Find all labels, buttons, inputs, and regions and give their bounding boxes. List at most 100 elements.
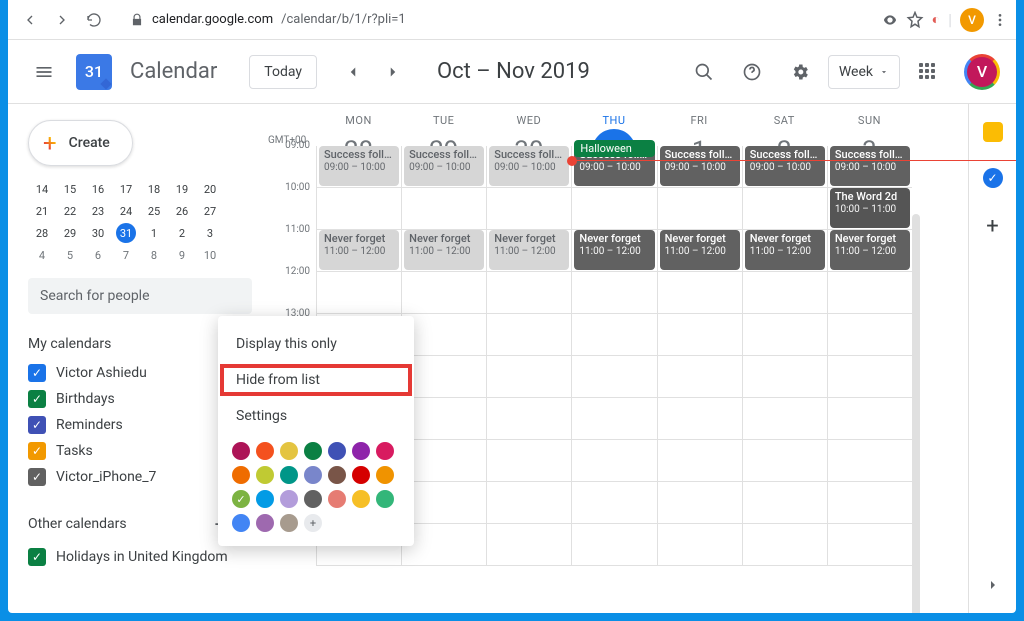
address-bar[interactable]: calendar.google.com/calendar/b/1/r?pli=1 — [120, 6, 870, 34]
event-block[interactable]: Never forget11:00 – 12:00 — [489, 230, 569, 270]
mini-cal-day[interactable]: 26 — [168, 200, 196, 222]
context-menu-item[interactable]: Hide from list — [218, 362, 414, 398]
color-swatch[interactable] — [280, 490, 298, 508]
color-swatch[interactable] — [256, 442, 274, 460]
mini-calendar[interactable]: 1415161718192021222324252627282930311234… — [28, 178, 252, 266]
extension-icon[interactable]: ◐ — [932, 11, 940, 28]
search-people-input[interactable]: Search for people — [28, 278, 252, 314]
mini-cal-day[interactable]: 25 — [140, 200, 168, 222]
event-block[interactable]: Never forget11:00 – 12:00 — [745, 230, 825, 270]
add-custom-color-button[interactable]: + — [304, 514, 322, 532]
day-column[interactable]: Success follow09:00 – 10:00 Never forget1… — [486, 146, 571, 566]
color-swatch[interactable] — [280, 514, 298, 532]
mini-cal-day[interactable]: 15 — [56, 178, 84, 200]
browser-profile-avatar[interactable]: V — [960, 8, 984, 32]
mini-cal-day[interactable]: 5 — [56, 244, 84, 266]
mini-cal-day[interactable]: 24 — [112, 200, 140, 222]
mini-cal-day[interactable]: 10 — [196, 244, 224, 266]
event-block[interactable]: Success follow09:00 – 10:00 — [489, 146, 569, 186]
event-block[interactable]: Never forget11:00 – 12:00 — [319, 230, 399, 270]
calendar-checkbox[interactable]: ✓ — [28, 468, 46, 486]
mini-cal-day[interactable]: 27 — [196, 200, 224, 222]
mini-cal-day[interactable]: 3 — [196, 222, 224, 244]
color-swatch[interactable] — [232, 466, 250, 484]
color-swatch[interactable] — [352, 490, 370, 508]
search-button[interactable] — [684, 52, 724, 92]
color-swatch[interactable] — [232, 442, 250, 460]
calendar-checkbox[interactable]: ✓ — [28, 390, 46, 408]
day-column[interactable]: Success follow09:00 – 10:00 Never forget1… — [742, 146, 827, 566]
mini-cal-day[interactable]: 9 — [168, 244, 196, 266]
event-block[interactable]: Never forget11:00 – 12:00 — [574, 230, 654, 270]
mini-cal-day[interactable]: 29 — [56, 222, 84, 244]
add-addon-button[interactable]: + — [986, 214, 998, 239]
allday-event[interactable]: Halloween — [574, 140, 654, 157]
event-block[interactable]: Success follow09:00 – 10:00 — [660, 146, 740, 186]
event-block[interactable]: Success follow09:00 – 10:00 — [745, 146, 825, 186]
star-icon[interactable] — [906, 11, 924, 29]
hide-side-panel-button[interactable] — [985, 577, 1001, 597]
scrollbar[interactable] — [912, 214, 920, 613]
mini-cal-day[interactable]: 7 — [112, 244, 140, 266]
event-block[interactable]: Success follow09:00 – 10:00 — [830, 146, 910, 186]
next-week-button[interactable] — [377, 56, 409, 88]
mini-cal-day[interactable]: 22 — [56, 200, 84, 222]
event-block[interactable]: Never forget11:00 – 12:00 — [404, 230, 484, 270]
color-swatch[interactable] — [256, 490, 274, 508]
mini-cal-day[interactable]: 30 — [84, 222, 112, 244]
color-swatch[interactable] — [376, 442, 394, 460]
color-swatch[interactable] — [376, 466, 394, 484]
mini-cal-day[interactable]: 23 — [84, 200, 112, 222]
browser-reload-button[interactable] — [80, 6, 108, 34]
day-column[interactable]: Success follow09:00 – 10:00 Never forget1… — [827, 146, 912, 566]
event-block[interactable]: Never forget11:00 – 12:00 — [660, 230, 740, 270]
calendar-checkbox[interactable]: ✓ — [28, 442, 46, 460]
color-swatch[interactable] — [328, 442, 346, 460]
context-menu-item[interactable]: Settings — [218, 398, 414, 434]
color-swatch[interactable] — [280, 466, 298, 484]
color-swatch[interactable]: ✓ — [232, 490, 250, 508]
settings-button[interactable] — [780, 52, 820, 92]
color-swatch[interactable] — [328, 466, 346, 484]
keep-icon[interactable] — [983, 122, 1003, 142]
color-swatch[interactable] — [256, 466, 274, 484]
color-swatch[interactable] — [256, 514, 274, 532]
color-swatch[interactable] — [280, 442, 298, 460]
browser-back-button[interactable] — [16, 6, 44, 34]
mini-cal-day[interactable]: 1 — [140, 222, 168, 244]
main-menu-button[interactable] — [24, 52, 64, 92]
event-block[interactable]: Never forget11:00 – 12:00 — [830, 230, 910, 270]
browser-menu-icon[interactable] — [992, 12, 1008, 28]
google-apps-button[interactable] — [908, 52, 948, 92]
context-menu-item[interactable]: Display this only — [218, 326, 414, 362]
mini-cal-day[interactable]: 14 — [28, 178, 56, 200]
color-swatch[interactable] — [232, 514, 250, 532]
calendar-item[interactable]: ✓Holidays in United Kingdom — [28, 544, 252, 570]
mini-cal-day[interactable]: 16 — [84, 178, 112, 200]
color-swatch[interactable] — [304, 466, 322, 484]
color-swatch[interactable] — [352, 442, 370, 460]
browser-forward-button[interactable] — [48, 6, 76, 34]
color-swatch[interactable] — [328, 490, 346, 508]
mini-cal-day[interactable]: 20 — [196, 178, 224, 200]
mini-cal-day[interactable]: 17 — [112, 178, 140, 200]
create-button[interactable]: + Create — [28, 120, 133, 166]
mini-cal-day[interactable]: 2 — [168, 222, 196, 244]
mini-cal-day[interactable]: 21 — [28, 200, 56, 222]
calendar-checkbox[interactable]: ✓ — [28, 364, 46, 382]
color-swatch[interactable] — [304, 442, 322, 460]
mini-cal-day[interactable]: 8 — [140, 244, 168, 266]
calendar-checkbox[interactable]: ✓ — [28, 416, 46, 434]
mini-cal-day[interactable]: 6 — [84, 244, 112, 266]
event-block[interactable]: Success follow09:00 – 10:00 — [404, 146, 484, 186]
calendar-checkbox[interactable]: ✓ — [28, 548, 46, 566]
event-block[interactable]: The Word 2d10:00 – 11:00 — [830, 188, 910, 228]
mini-cal-day[interactable]: 28 — [28, 222, 56, 244]
event-block[interactable]: Success follow09:00 – 10:00 — [319, 146, 399, 186]
color-swatch[interactable] — [376, 490, 394, 508]
day-column[interactable]: Success follow09:00 – 10:00Never forget1… — [571, 146, 656, 566]
eye-icon[interactable] — [882, 12, 898, 28]
prev-week-button[interactable] — [337, 56, 369, 88]
day-column[interactable]: Success follow09:00 – 10:00 Never forget1… — [657, 146, 742, 566]
today-button[interactable]: Today — [249, 55, 317, 89]
